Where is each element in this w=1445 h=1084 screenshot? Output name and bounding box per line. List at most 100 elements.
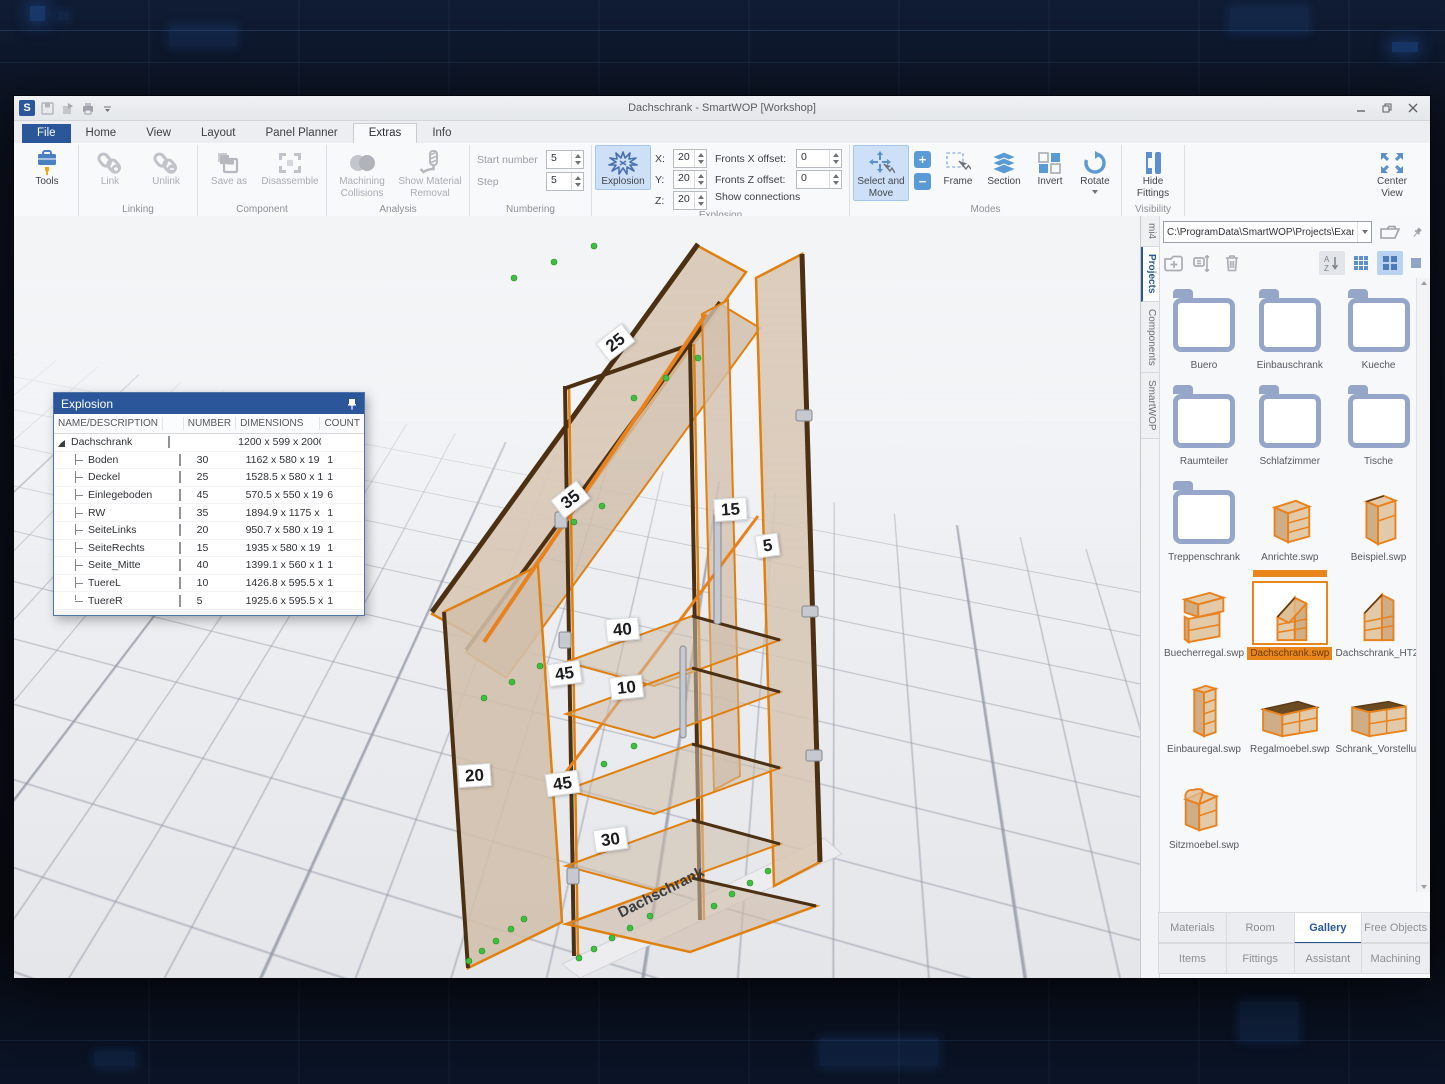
- small-icons-view-button[interactable]: [1348, 251, 1374, 275]
- tab-layout[interactable]: Layout: [186, 124, 251, 143]
- spinner-arrows[interactable]: [694, 150, 706, 167]
- column-dimensions[interactable]: DIMENSIONS: [236, 417, 320, 430]
- pin-icon[interactable]: [1408, 220, 1426, 244]
- project-file[interactable]: Dachschrank_HT20...: [1333, 570, 1416, 662]
- frame-button[interactable]: Frame: [936, 145, 980, 190]
- project-folder[interactable]: Raumteiler: [1161, 378, 1247, 470]
- hide-fittings-button[interactable]: Hide Fittings: [1125, 145, 1181, 201]
- center-view-button[interactable]: Center View: [1364, 145, 1420, 201]
- project-folder[interactable]: Einbauschrank: [1247, 282, 1333, 374]
- project-file[interactable]: Regalmoebel.swp: [1247, 666, 1333, 758]
- machining-collisions-button[interactable]: Machining Collisions: [330, 145, 394, 201]
- quick-access-dropdown-icon[interactable]: [100, 101, 115, 115]
- section-button[interactable]: Section: [980, 145, 1028, 190]
- tab-gallery[interactable]: Gallery: [1294, 912, 1363, 944]
- fronts-z-spinner[interactable]: 0: [796, 170, 842, 189]
- table-row[interactable]: Einlegeboden 45 570.5 x 550 x 19 6: [54, 487, 364, 505]
- row-checkbox[interactable]: [179, 507, 181, 519]
- disassemble-button[interactable]: Disassemble: [257, 145, 323, 190]
- explosion-x-spinner[interactable]: 20: [673, 149, 707, 168]
- spinner-arrows[interactable]: [694, 171, 706, 188]
- table-row[interactable]: Boden 30 1162 x 580 x 19 1: [54, 452, 364, 470]
- row-checkbox[interactable]: [179, 454, 181, 466]
- spinner-arrows[interactable]: [829, 150, 841, 167]
- table-row[interactable]: Seite_Mitte 40 1399.1 x 560 x 19 1: [54, 557, 364, 575]
- row-checkbox[interactable]: [179, 542, 181, 554]
- minimize-button[interactable]: [1356, 103, 1366, 113]
- start-number-spinner[interactable]: 5: [546, 150, 584, 169]
- project-file[interactable]: Buecherregal.swp: [1161, 570, 1247, 662]
- row-checkbox[interactable]: [179, 524, 181, 536]
- show-connections-toggle[interactable]: Show connections: [715, 191, 842, 203]
- vertical-tab-projects[interactable]: Projects: [1141, 247, 1159, 301]
- project-folder[interactable]: Schlafzimmer: [1247, 378, 1333, 470]
- table-row[interactable]: TuereL 10 1426.8 x 595.5 x 19 1: [54, 575, 364, 593]
- table-row[interactable]: SeiteLinks 20 950.7 x 580 x 19 1: [54, 522, 364, 540]
- medium-icons-view-button[interactable]: [1377, 251, 1403, 275]
- explosion-z-spinner[interactable]: 20: [673, 191, 707, 210]
- pin-icon[interactable]: [347, 398, 357, 410]
- project-file[interactable]: Sitzmoebel.swp: [1161, 762, 1247, 854]
- tab-file[interactable]: File: [22, 124, 71, 143]
- tab-assistant[interactable]: Assistant: [1294, 943, 1363, 974]
- tab-materials[interactable]: Materials: [1158, 912, 1227, 943]
- vertical-tab-smartwop[interactable]: SmartWOP: [1141, 373, 1159, 439]
- column-number[interactable]: NUMBER: [184, 417, 236, 430]
- select-and-move-button[interactable]: Select and Move: [853, 145, 909, 201]
- show-material-removal-button[interactable]: Show Material Removal: [394, 145, 466, 201]
- project-file[interactable]: Einbauregal.swp: [1161, 666, 1247, 758]
- spinner-arrows[interactable]: [571, 151, 583, 168]
- explosion-button[interactable]: Explosion: [595, 145, 651, 190]
- unlink-button[interactable]: Unlink: [138, 145, 194, 190]
- large-icons-view-button[interactable]: [1406, 251, 1426, 275]
- rotate-button[interactable]: Rotate: [1072, 145, 1118, 196]
- path-input[interactable]: [1164, 227, 1357, 238]
- close-button[interactable]: [1408, 103, 1418, 113]
- explosion-y-spinner[interactable]: 20: [673, 170, 707, 189]
- row-checkbox[interactable]: [179, 489, 181, 501]
- row-checkbox[interactable]: [168, 436, 170, 448]
- project-folder[interactable]: Kueche: [1333, 282, 1416, 374]
- plus-button[interactable]: +: [914, 151, 931, 168]
- path-combobox[interactable]: [1163, 221, 1372, 243]
- tab-free-objects[interactable]: Free Objects: [1361, 912, 1430, 943]
- column-name[interactable]: NAME/DESCRIPTION: [54, 417, 163, 430]
- project-file[interactable]: Anrichte.swp: [1247, 474, 1333, 566]
- project-file-selected[interactable]: Dachschrank.swp: [1247, 570, 1333, 662]
- column-checkbox[interactable]: [163, 417, 184, 430]
- delete-button[interactable]: [1219, 251, 1245, 275]
- invert-button[interactable]: Invert: [1028, 145, 1072, 190]
- row-checkbox[interactable]: [179, 577, 181, 589]
- save-icon[interactable]: [40, 101, 55, 115]
- browse-folder-button[interactable]: [1376, 220, 1404, 244]
- tab-fittings[interactable]: Fittings: [1226, 943, 1295, 974]
- row-checkbox[interactable]: [179, 595, 181, 607]
- project-file[interactable]: Schrank_Vorstellun...: [1333, 666, 1416, 758]
- new-folder-button[interactable]: [1161, 251, 1187, 275]
- tab-extras[interactable]: Extras: [353, 123, 418, 143]
- tab-room[interactable]: Room: [1226, 912, 1295, 943]
- restore-button[interactable]: [1382, 103, 1392, 113]
- tab-info[interactable]: Info: [417, 124, 466, 143]
- fronts-x-spinner[interactable]: 0: [796, 149, 842, 168]
- spinner-arrows[interactable]: [694, 192, 706, 209]
- edit-folder-button[interactable]: [1190, 251, 1216, 275]
- scroll-up-icon[interactable]: [1421, 281, 1427, 285]
- step-spinner[interactable]: 5: [546, 172, 584, 191]
- explosion-panel[interactable]: Explosion NAME/DESCRIPTION NUMBER DIMENS…: [53, 392, 365, 616]
- title-bar[interactable]: S Dachschrank - SmartWOP [Workshop]: [14, 96, 1430, 121]
- project-file[interactable]: Beispiel.swp: [1333, 474, 1416, 566]
- row-checkbox[interactable]: [179, 559, 181, 571]
- path-dropdown-icon[interactable]: [1357, 222, 1371, 242]
- vertical-tab-mi4[interactable]: mi4: [1141, 216, 1159, 247]
- tab-items[interactable]: Items: [1158, 943, 1227, 974]
- table-row[interactable]: RW 35 1894.9 x 1175 x 8 1: [54, 504, 364, 522]
- minus-button[interactable]: −: [914, 173, 931, 190]
- column-count[interactable]: COUNT: [320, 417, 364, 430]
- tab-panel-planner[interactable]: Panel Planner: [250, 124, 352, 143]
- sort-az-button[interactable]: AZ: [1319, 251, 1345, 275]
- row-checkbox[interactable]: [179, 471, 181, 483]
- tree-expander-icon[interactable]: [58, 440, 65, 447]
- table-row[interactable]: Deckel 25 1528.5 x 580 x 19 1: [54, 469, 364, 487]
- explosion-panel-header[interactable]: Explosion: [54, 393, 364, 414]
